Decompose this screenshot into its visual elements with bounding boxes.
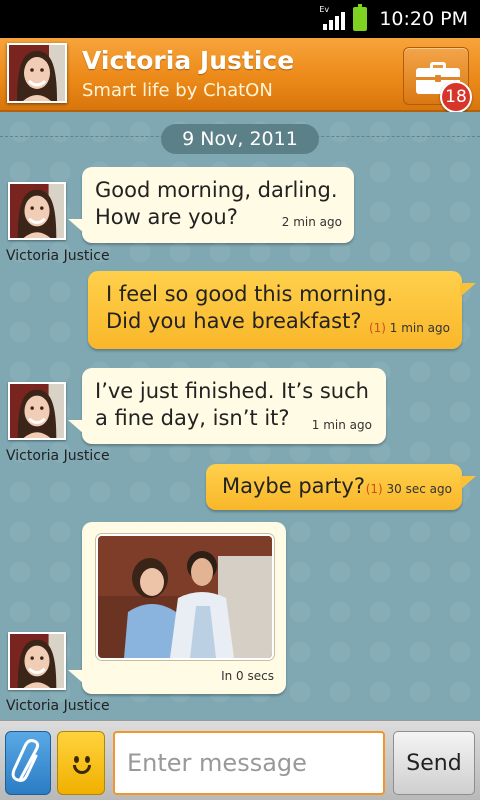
- signal-icon: Ev: [319, 5, 346, 32]
- message-time-text: 30 sec ago: [386, 482, 452, 496]
- message-line: Did you have breakfast?: [106, 309, 362, 333]
- send-button[interactable]: Send: [393, 731, 475, 795]
- message-time: 2 min ago: [281, 215, 342, 229]
- sender-avatar[interactable]: [8, 182, 66, 240]
- date-label: 9 Nov, 2011: [161, 124, 319, 154]
- message-input[interactable]: [113, 731, 385, 795]
- photo-thumbnail[interactable]: [96, 534, 274, 660]
- sender-avatar[interactable]: [8, 382, 66, 440]
- message-text: I feel so good this morning. Did you hav…: [106, 281, 393, 335]
- photo-message-bubble[interactable]: In 0 secs: [68, 522, 286, 694]
- unread-count: (1): [368, 321, 386, 335]
- message-time: 1 min ago: [311, 418, 372, 432]
- message-text: Maybe party?: [222, 474, 365, 498]
- emoji-button[interactable]: [57, 731, 105, 795]
- composer-bar: Send: [0, 720, 480, 800]
- message-line: I’ve just finished. It’s such: [95, 379, 369, 403]
- status-bar: Ev 10:20 PM: [0, 0, 480, 38]
- contact-name: Victoria Justice: [82, 46, 295, 75]
- chat-header: Victoria Justice Smart life by ChatON 18: [0, 38, 480, 113]
- message-bubble-outgoing[interactable]: I feel so good this morning. Did you hav…: [88, 271, 476, 349]
- message-time: In 0 secs: [221, 669, 274, 683]
- message-line: I feel so good this morning.: [106, 282, 394, 306]
- emoji-icon: [68, 750, 96, 778]
- chat-area[interactable]: 9 Nov, 2011 Victoria Justice Good mornin…: [0, 112, 480, 720]
- sender-name: Victoria Justice: [6, 698, 110, 714]
- paperclip-icon: [11, 739, 40, 782]
- unread-count: (1): [365, 482, 383, 496]
- message-bubble-incoming[interactable]: I’ve just finished. It’s such a fine day…: [68, 368, 386, 444]
- status-time: 10:20 PM: [379, 8, 468, 30]
- message-bubble-incoming[interactable]: Good morning, darling. How are you? 2 mi…: [68, 167, 354, 243]
- message-line: Good morning, darling.: [95, 178, 338, 202]
- sender-name: Victoria Justice: [6, 448, 110, 464]
- notification-badge: 18: [440, 81, 472, 113]
- contact-avatar[interactable]: [7, 43, 67, 103]
- attach-button[interactable]: [5, 731, 51, 795]
- sender-avatar[interactable]: [8, 632, 66, 690]
- message-time: (1) 1 min ago: [369, 321, 450, 335]
- message-time: (1) 30 sec ago: [366, 482, 452, 496]
- battery-icon: [353, 4, 368, 31]
- sender-name: Victoria Justice: [6, 248, 110, 264]
- message-time-text: 1 min ago: [389, 321, 450, 335]
- message-bubble-outgoing[interactable]: Maybe party? (1) 30 sec ago: [206, 464, 476, 510]
- contact-status: Smart life by ChatON: [82, 80, 273, 101]
